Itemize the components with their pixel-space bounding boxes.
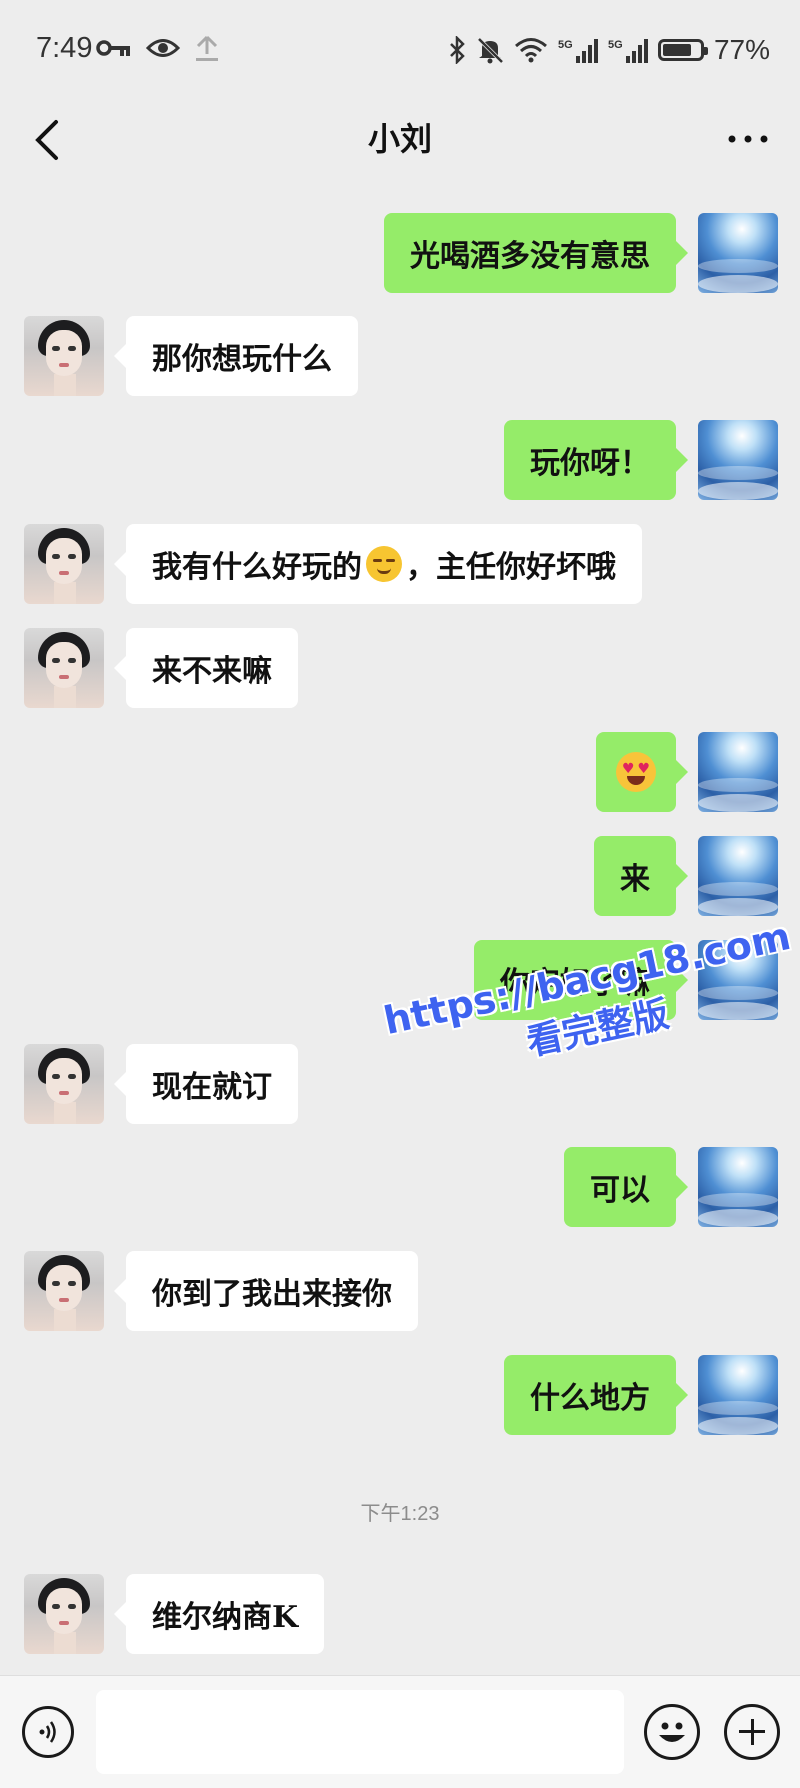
status-right-icons: 5G 5G 77%	[448, 34, 770, 66]
heart-eyes-emoji-icon: ♥ ♥	[616, 752, 656, 792]
status-bar: 7:49 5G 5G 77%	[0, 0, 800, 100]
received-message-bubble[interactable]: 现在就订	[114, 1044, 298, 1124]
bluetooth-icon	[450, 36, 465, 64]
message-row: ♥ ♥	[0, 732, 800, 814]
avatar[interactable]	[698, 213, 778, 293]
plus-icon[interactable]	[724, 1704, 780, 1760]
received-message-bubble[interactable]: 我有什么好玩的 ，主任你好坏哦	[114, 524, 642, 604]
avatar[interactable]	[24, 524, 104, 604]
more-icon[interactable]	[726, 124, 770, 154]
message-text: 来	[620, 862, 650, 897]
avatar[interactable]	[698, 420, 778, 500]
sent-message-bubble[interactable]: 光喝酒多没有意思	[384, 213, 688, 293]
avatar[interactable]	[24, 316, 104, 396]
battery-fill	[662, 44, 691, 56]
avatar[interactable]	[24, 628, 104, 708]
message-row: 维尔纳商K	[0, 1574, 800, 1656]
smiling-face-emoji-icon	[366, 546, 402, 582]
message-row: 玩你呀！	[0, 420, 800, 502]
message-text: ，主任你好坏哦	[406, 550, 616, 585]
emoji-icon[interactable]	[644, 1704, 700, 1760]
message-text: 我有什么好玩的	[152, 550, 362, 585]
avatar[interactable]	[24, 1574, 104, 1654]
sent-message-bubble[interactable]: ♥ ♥	[596, 732, 688, 812]
avatar[interactable]	[698, 1147, 778, 1227]
message-row: 来	[0, 836, 800, 918]
message-text: 你到了我出来接你	[152, 1277, 392, 1312]
message-text: 现在就订	[152, 1070, 272, 1105]
message-text: 玩你呀！	[530, 446, 650, 481]
voice-icon[interactable]	[22, 1706, 74, 1758]
sent-message-bubble[interactable]: 来	[594, 836, 688, 916]
message-row: 光喝酒多没有意思	[0, 213, 800, 295]
message-text: 光喝酒多没有意思	[410, 239, 650, 274]
message-text: 可以	[590, 1173, 650, 1208]
upload-icon	[196, 35, 218, 61]
wifi-icon	[514, 38, 547, 63]
message-timestamp: 下午1:23	[360, 1503, 440, 1525]
sent-message-bubble[interactable]: 可以	[564, 1147, 688, 1227]
chat-title: 小刘	[367, 120, 432, 158]
received-message-bubble[interactable]: 那你想玩什么	[114, 316, 358, 396]
signal-5g-icon: 5G	[608, 39, 648, 63]
battery-icon	[657, 39, 708, 61]
received-message-bubble[interactable]: 来不来嘛	[114, 628, 298, 708]
chat-header: 小刘	[0, 100, 800, 180]
vpn-key-icon	[96, 40, 130, 56]
svg-text:5G: 5G	[558, 39, 573, 51]
battery-percent: 77%	[713, 34, 770, 65]
message-text: 什么地方	[530, 1381, 650, 1416]
avatar[interactable]	[698, 836, 778, 916]
avatar[interactable]	[24, 1044, 104, 1124]
message-text: 那你想玩什么	[152, 342, 332, 377]
message-row: 那你想玩什么	[0, 316, 800, 398]
avatar[interactable]	[698, 732, 778, 812]
avatar[interactable]	[698, 1355, 778, 1435]
message-row: 来不来嘛	[0, 628, 800, 710]
mute-icon	[477, 37, 504, 64]
message-list[interactable]: 光喝酒多没有意思 那你想玩什么 玩你呀！ 我有什么好玩的 ，主任你好坏哦 来不来…	[0, 180, 800, 1675]
avatar[interactable]	[24, 1251, 104, 1331]
signal-5g-icon: 5G	[558, 39, 598, 63]
sent-message-bubble[interactable]: 玩你呀！	[504, 420, 688, 500]
message-row: 我有什么好玩的 ，主任你好坏哦	[0, 524, 800, 606]
message-row: 你到了我出来接你	[0, 1251, 800, 1333]
message-text: 维尔纳商K	[152, 1600, 299, 1635]
status-time: 7:49	[36, 32, 93, 64]
svg-text:5G: 5G	[608, 39, 623, 51]
received-message-bubble[interactable]: 维尔纳商K	[113, 1574, 325, 1654]
eye-icon	[146, 39, 180, 57]
sent-message-bubble[interactable]: 什么地方	[504, 1355, 688, 1435]
received-message-bubble[interactable]: 你到了我出来接你	[114, 1251, 418, 1331]
message-row: 什么地方	[0, 1355, 800, 1437]
message-input[interactable]	[96, 1690, 624, 1774]
status-left-icons	[96, 34, 220, 62]
message-row: 可以	[0, 1147, 800, 1229]
input-bar	[0, 1675, 800, 1788]
message-text: 来不来嘛	[152, 654, 272, 689]
